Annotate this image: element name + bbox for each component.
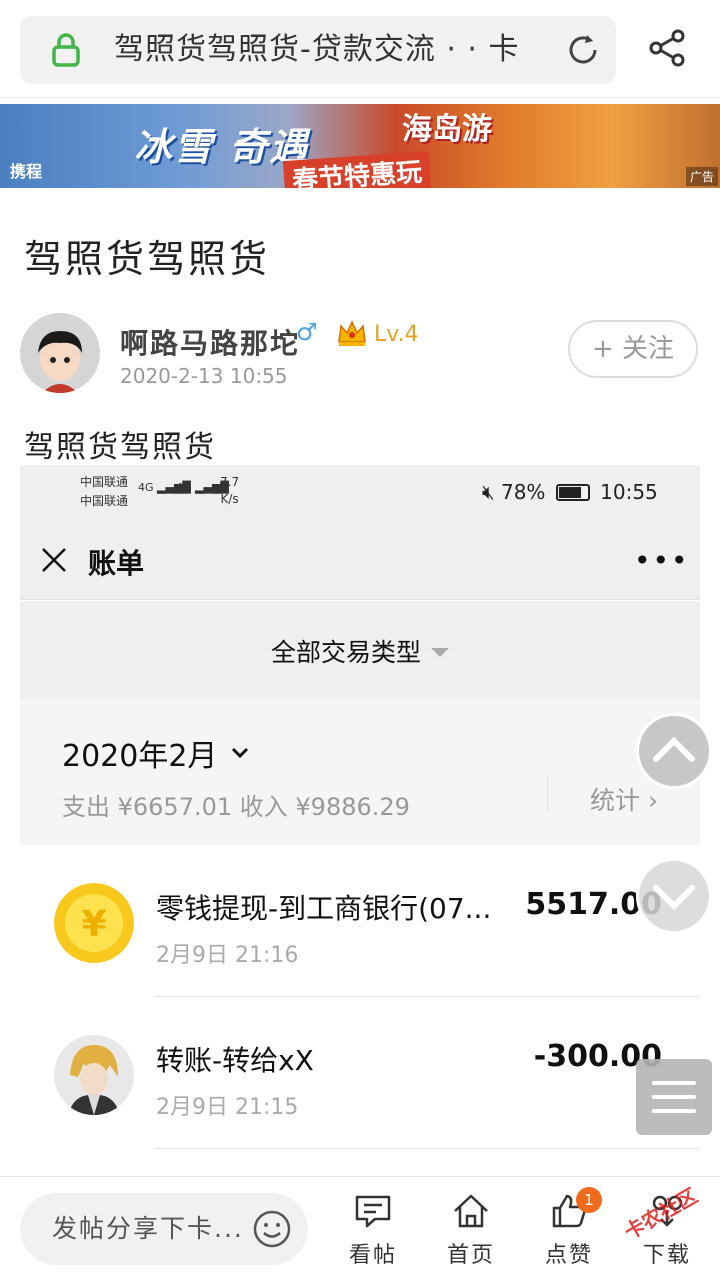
battery-icon xyxy=(555,484,590,501)
mute-icon: 🔇︎ xyxy=(482,480,495,504)
author-name[interactable]: 啊路马路那坨 xyxy=(120,322,300,362)
carrier-2: 中国联通 xyxy=(80,494,129,508)
post-body-text: 驾照货驾照货 xyxy=(24,430,216,465)
crown-icon xyxy=(338,320,366,346)
transaction-time: 2月9日 21:15 xyxy=(156,1095,299,1120)
embedded-screenshot[interactable]: 中国联通 中国联通 4G ▂▄▆█ 4G ▂▄▆█ 7.7 K/s 🔇︎ 78%… xyxy=(20,465,700,1175)
follow-button[interactable]: + 关注 xyxy=(568,320,698,378)
chevron-right-icon: › xyxy=(647,786,658,815)
nav-like[interactable]: 1 点赞 xyxy=(524,1187,614,1269)
avatar-image xyxy=(20,313,100,393)
nav-label: 首页 xyxy=(446,1243,495,1268)
emoji-icon[interactable] xyxy=(252,1209,292,1249)
comment-icon xyxy=(355,1195,391,1228)
transaction-title: 转账-转给xX xyxy=(156,1044,314,1077)
network-speed: 7.7 K/s xyxy=(220,474,239,508)
bill-header: 账单 ••• xyxy=(20,520,700,600)
transaction-type-filter[interactable]: 全部交易类型 xyxy=(20,601,700,699)
phone-status-bar: 中国联通 中国联通 4G ▂▄▆█ 4G ▂▄▆█ 7.7 K/s 🔇︎ 78%… xyxy=(20,465,700,520)
transaction-row[interactable]: 转账-转给xX 2月9日 21:15 -300.00 xyxy=(20,997,700,1149)
carrier-1: 中国联通 xyxy=(80,475,129,489)
chevron-down-icon xyxy=(653,885,695,911)
scroll-down-button[interactable] xyxy=(636,858,712,934)
stats-label: 统计 xyxy=(590,786,641,815)
caret-down-icon xyxy=(431,648,449,657)
stats-link[interactable]: 统计 › xyxy=(590,781,658,817)
transaction-row[interactable]: ¥ 零钱提现-到工商银行(07... 2月9日 21:16 5517.00 xyxy=(20,845,700,997)
more-icon[interactable]: ••• xyxy=(634,547,690,575)
post-time: 2020-2-13 10:55 xyxy=(120,364,288,388)
ad-banner[interactable]: 携程 冰雪 奇遇 海岛游 春节特惠玩 广告 xyxy=(0,104,720,188)
male-gender-icon: ♂ xyxy=(296,318,318,346)
lock-icon xyxy=(52,33,80,67)
like-count-badge: 1 xyxy=(576,1187,602,1213)
scroll-up-button[interactable] xyxy=(636,713,712,789)
comment-input[interactable]: 发帖分享下卡... xyxy=(20,1193,308,1265)
ad-subheadline: 海岛游 xyxy=(402,112,492,147)
address-bar[interactable]: 驾照货驾照货-贷款交流 · · 卡 xyxy=(20,16,616,84)
avatar[interactable] xyxy=(20,313,100,393)
speed-value: 7.7 xyxy=(220,475,240,489)
yuan-coin-icon: ¥ xyxy=(54,883,134,963)
ad-tag: 广告 xyxy=(685,167,718,186)
menu-button[interactable] xyxy=(636,1059,712,1135)
nav-label: 看帖 xyxy=(348,1243,397,1268)
transaction-title: 零钱提现-到工商银行(07... xyxy=(156,892,492,925)
home-icon xyxy=(454,1194,488,1228)
network-type-2: 4G xyxy=(176,481,192,494)
month-summary-panel: 2020年2月 支出 ¥6657.01 收入 ¥9886.29 统计 › xyxy=(20,699,700,845)
chevron-up-icon xyxy=(653,736,695,762)
chevron-down-icon[interactable] xyxy=(230,743,250,763)
transaction-time: 2月9日 21:16 xyxy=(156,943,299,968)
nav-view-posts[interactable]: 看帖 xyxy=(328,1191,418,1269)
carrier-labels: 中国联通 中国联通 xyxy=(80,473,128,511)
divider xyxy=(154,1148,700,1149)
reload-icon[interactable] xyxy=(565,32,601,68)
month-selector[interactable]: 2020年2月 xyxy=(62,731,217,775)
nav-home[interactable]: 首页 xyxy=(426,1191,516,1269)
divider xyxy=(547,777,548,811)
battery-percent: 78% xyxy=(500,480,546,504)
share-icon[interactable] xyxy=(648,28,688,68)
bill-title: 账单 xyxy=(88,547,145,580)
svg-text:¥: ¥ xyxy=(81,904,106,945)
bottom-bar: 发帖分享下卡... 看帖 首页 1 点赞 下载 xyxy=(0,1176,720,1280)
close-icon[interactable] xyxy=(40,546,68,574)
status-time: 10:55 xyxy=(600,480,658,504)
page-url-title[interactable]: 驾照货驾照货-贷款交流 · · 卡 xyxy=(114,16,534,84)
filter-label-wrap: 全部交易类型 xyxy=(20,633,700,669)
comment-placeholder: 发帖分享下卡... xyxy=(52,1214,244,1243)
user-level: Lv.4 xyxy=(374,322,419,347)
status-right: 🔇︎ 78% 10:55 xyxy=(482,480,658,504)
filter-label: 全部交易类型 xyxy=(270,638,421,667)
nav-label: 点赞 xyxy=(544,1243,593,1268)
browser-toolbar: 驾照货驾照货-贷款交流 · · 卡 xyxy=(0,0,720,98)
user-avatar xyxy=(54,1035,134,1115)
post-title: 驾照货驾照货 xyxy=(24,237,271,281)
speed-unit: K/s xyxy=(220,492,239,506)
network-type-1: 4G xyxy=(138,481,154,494)
ad-logo: 携程 xyxy=(10,162,43,181)
month-totals: 支出 ¥6657.01 收入 ¥9886.29 xyxy=(62,793,410,821)
